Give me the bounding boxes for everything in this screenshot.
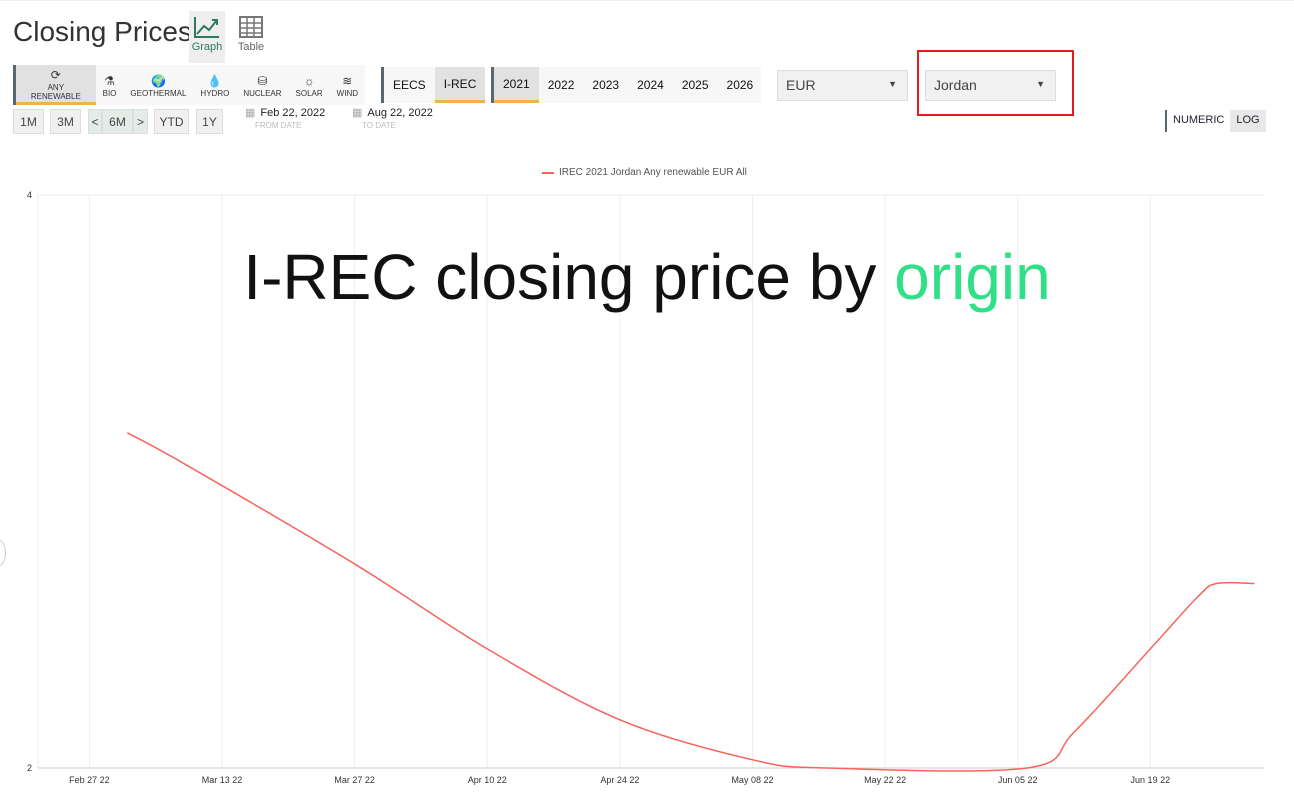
- y-tick-label: 4: [27, 190, 32, 200]
- price-chart: Feb 27 22 Mar 13 22 Mar 27 22 Apr 10 22 Apr …: [27, 190, 1264, 785]
- x-tick-label: May 22 22: [864, 775, 906, 785]
- x-tick-label: Feb 27 22: [69, 775, 110, 785]
- x-tick-label: Mar 13 22: [202, 775, 243, 785]
- x-tick-label: May 08 22: [731, 775, 773, 785]
- x-tick-label: Jun 19 22: [1131, 775, 1171, 785]
- x-tick-label: Apr 24 22: [600, 775, 639, 785]
- x-tick-label: Jun 05 22: [998, 775, 1038, 785]
- x-tick-label: Apr 10 22: [468, 775, 507, 785]
- x-tick-label: Mar 27 22: [334, 775, 375, 785]
- y-tick-label: 2: [27, 763, 32, 773]
- series-line: [126, 432, 1255, 772]
